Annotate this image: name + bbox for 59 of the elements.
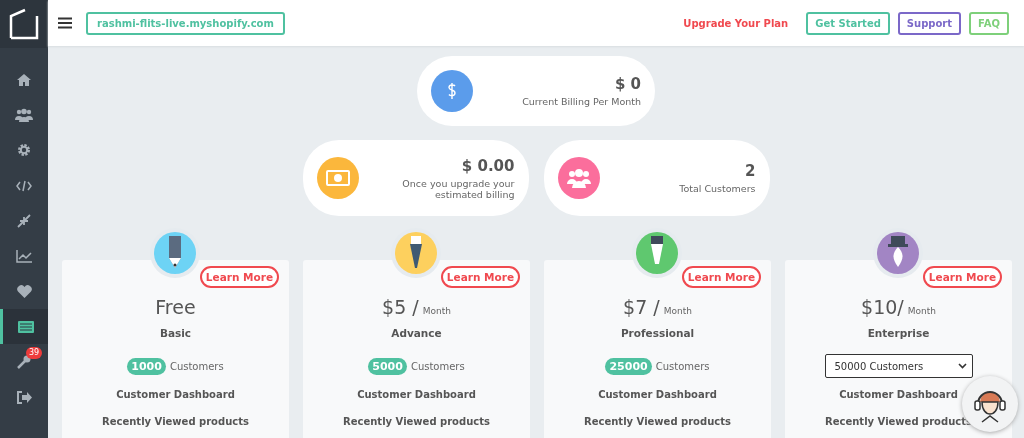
plan-feature: Customer Dashboard: [598, 389, 717, 400]
customer-count-badge: 25000: [605, 357, 652, 375]
plan-price: $5 /: [382, 296, 419, 318]
users-icon: [15, 107, 33, 122]
learn-more-button[interactable]: Learn More: [440, 266, 520, 288]
store-url-badge[interactable]: rashmi-flits-live.myshopify.com: [86, 11, 285, 35]
stat-label: Once you upgrade your estimated billing: [401, 177, 515, 200]
code-icon: [16, 179, 32, 192]
plan-price: $10/: [861, 296, 904, 318]
learn-more-button[interactable]: Learn More: [922, 266, 1002, 288]
customers-label: Customers: [169, 360, 224, 372]
plan-name: Basic: [159, 327, 192, 339]
home-icon: [16, 72, 32, 87]
sign-out-icon: [16, 390, 32, 404]
notification-badge: 39: [26, 347, 43, 360]
pen-icon: [407, 236, 424, 270]
sidebar-item[interactable]: 39: [0, 344, 48, 380]
stat-value: $ 0.00: [460, 156, 515, 175]
sidebar-item[interactable]: [0, 309, 48, 345]
line-chart-icon: [16, 249, 32, 263]
dropdown-value: 50000 Customers: [834, 360, 924, 372]
users-icon: [566, 168, 591, 188]
plan-name: Enterprise: [867, 327, 930, 339]
plan-feature: Recently Viewed products: [584, 416, 731, 427]
compress-icon: [17, 213, 31, 228]
header-button[interactable]: Support: [897, 11, 962, 35]
price-period: Month: [907, 306, 936, 318]
stat-value: $ 0: [613, 75, 641, 93]
heart-icon: [16, 284, 32, 298]
price-period: Month: [422, 306, 451, 318]
plan-feature: Customer Dashboard: [357, 389, 476, 400]
customers-dropdown[interactable]: 50000 Customers: [824, 354, 973, 378]
list-icon: [17, 320, 34, 333]
price-period: Month: [663, 306, 692, 318]
plan-name: Professional: [620, 327, 695, 339]
plan-feature: Recently Viewed products: [102, 416, 249, 427]
customer-count-badge: 1000: [127, 357, 166, 375]
header-button[interactable]: Get Started: [806, 11, 890, 35]
customers-label: Customers: [410, 360, 465, 372]
upgrade-link[interactable]: Upgrade Your Plan: [683, 17, 789, 29]
learn-more-button[interactable]: Learn More: [199, 266, 279, 288]
settings-icon: [17, 143, 31, 158]
customers-label: Customers: [655, 360, 710, 372]
stat-value: 2: [744, 162, 756, 180]
header-button[interactable]: FAQ: [969, 11, 1009, 35]
plan-price: $7 /: [623, 296, 660, 318]
plan-feature: Recently Viewed products: [343, 416, 490, 427]
plan-price: Free: [155, 296, 196, 318]
plan-feature: Recently Viewed products: [825, 416, 972, 427]
plan-feature: Customer Dashboard: [839, 389, 958, 400]
customer-count-badge: 5000: [368, 357, 407, 375]
stat-label: Total Customers: [678, 183, 756, 194]
banknote-icon: [325, 170, 350, 186]
menu-icon[interactable]: [58, 17, 72, 29]
learn-more-button[interactable]: Learn More: [681, 266, 761, 288]
chevron-down-icon: [957, 363, 967, 369]
plan-feature: Customer Dashboard: [116, 389, 235, 400]
plan-name: Advance: [391, 327, 442, 339]
stat-label: Current Billing Per Month: [521, 96, 641, 107]
